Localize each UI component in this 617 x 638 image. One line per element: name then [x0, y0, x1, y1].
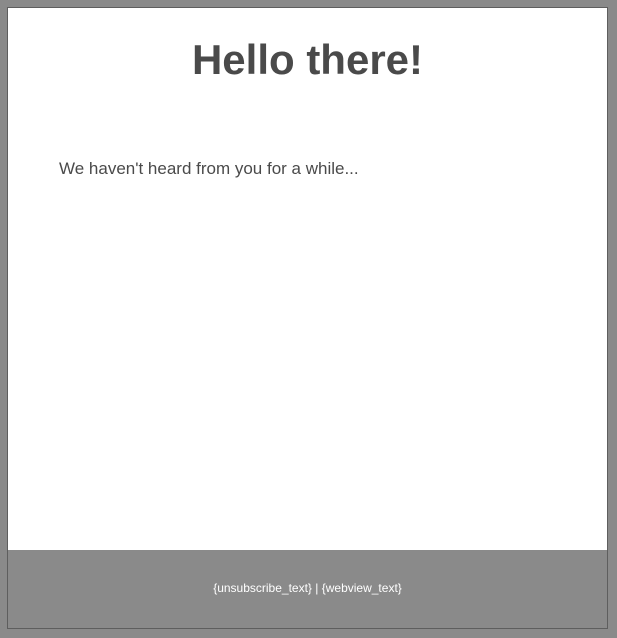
email-footer: {unsubscribe_text} | {webview_text} [8, 550, 607, 628]
webview-link[interactable]: {webview_text} [322, 581, 402, 595]
footer-separator: | [311, 581, 322, 595]
email-headline: Hello there! [191, 36, 424, 83]
unsubscribe-link[interactable]: {unsubscribe_text} [213, 581, 312, 595]
footer-links: {unsubscribe_text} | {webview_text} [8, 580, 607, 596]
email-body: Hello there! We haven't heard from you f… [8, 8, 607, 550]
email-card: Hello there! We haven't heard from you f… [8, 8, 607, 628]
email-message: We haven't heard from you for a while... [59, 159, 359, 178]
